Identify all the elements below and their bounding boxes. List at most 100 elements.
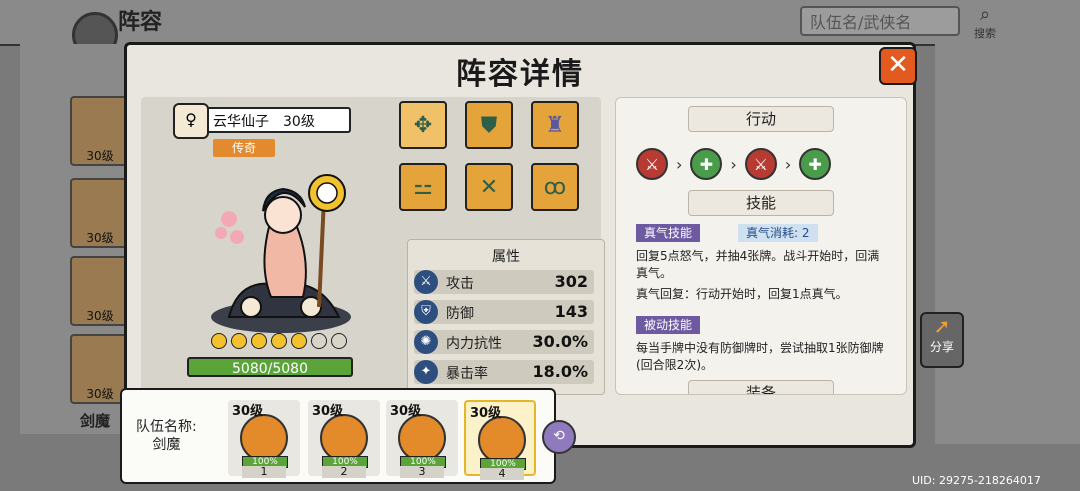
skills-panel: 行动 ⚔ › ✚ › ⚔ › ✚ 技能 真气技能 真气消耗: 2 回复5点怒气，… [615,97,907,395]
star-icon [271,333,287,349]
bracers-icon: ✕ [479,174,499,200]
star-icon [291,333,307,349]
swap-team-icon[interactable]: ⟲ [542,420,576,454]
roster-team-name: 剑魔 [80,412,111,430]
star-icon [311,333,327,349]
team-name-label: 队伍名称: 剑魔 [136,418,197,454]
team-member-1[interactable]: 30级 100% 1 [228,400,300,478]
team-member-2[interactable]: 30级 100% 2 [308,400,380,478]
star-icon [211,333,227,349]
search-input[interactable]: 队伍名/武侠名 [800,6,960,36]
medallion-icon: ✥ [413,112,433,138]
roster-slot[interactable]: 30级 [70,96,130,166]
team-member-4[interactable]: 30级 100% 4 [464,400,536,480]
team-name-value: 剑魔 [152,437,181,453]
qi-skill-description: 回复5点怒气，并抽4张牌。战斗开始时，回满真气。 [636,249,880,280]
equip-slot-2[interactable]: ⛊ [465,101,513,149]
attr-row-attack: ⚔ 攻击 302 [414,270,594,294]
member-slot-number: 2 [322,466,366,478]
star-rating [211,333,347,349]
rarity-badge: 传奇 [213,139,275,157]
equip-slot-1[interactable]: ✥ [399,101,447,149]
shield-icon: ⛨ [414,300,438,324]
roster-slot-level: 30级 [86,231,114,245]
star-icon [331,333,347,349]
star-icon [251,333,267,349]
hero-panel: ♀ 云华仙子 30级 传奇 5080/5080 ✥ ⛊ ♜ ⚍ ✕ ꝏ 属性 ⚔… [141,97,605,395]
member-level: 30级 [390,404,422,419]
attributes-title: 属性 [492,249,520,265]
arrow-right-icon: › [730,154,737,174]
attr-row-inner-resist: ✺ 内力抗性 30.0% [414,330,594,354]
dialog-title: 阵容详情 [456,57,584,92]
roster-slot[interactable]: 30级 [70,178,130,248]
equip-slot-4[interactable]: ⚍ [399,163,447,211]
member-portrait [478,416,526,464]
attr-label: 攻击 [446,276,474,292]
qi-cost-tag: 真气消耗: 2 [738,224,818,242]
share-label: 分享 [929,340,954,354]
qi-skill-tag: 真气技能 [636,224,701,242]
search-icon: ⌕ [979,4,991,25]
attr-value: 143 [554,302,588,321]
attr-value: 30.0% [532,332,588,351]
member-level: 30级 [232,404,264,419]
attr-label: 防御 [446,306,474,322]
crit-icon: ✦ [414,360,438,384]
attributes-box: 属性 ⚔ 攻击 302 ⛨ 防御 143 ✺ 内力抗性 30.0% ✦ 暴击率 … [407,239,605,395]
search-button[interactable]: ⌕ 搜索 [968,4,1002,40]
swirl-icon: ✺ [414,330,438,354]
search-button-label: 搜索 [974,27,996,40]
page-title: 阵容 [118,10,163,35]
member-portrait [240,414,288,462]
member-portrait [398,414,446,462]
share-arrow-icon: ➚ [933,314,951,338]
member-level: 30级 [312,404,344,419]
arrow-right-icon: › [784,154,792,174]
hero-name-tag: ♀ 云华仙子 30级 [173,103,351,139]
earrings-icon: ꝏ [543,174,567,200]
member-slot-number: 4 [480,468,524,480]
heal-card-icon: ✚ [799,148,832,180]
sword-icon: ⚔ [414,270,438,294]
hero-name-level: 云华仙子 30级 [213,114,315,130]
close-button[interactable]: ✕ [879,47,917,85]
robe-icon: ♜ [545,112,565,138]
attack-card-icon: ⚔ [636,148,668,180]
female-icon: ♀ [173,103,209,139]
attr-row-crit-rate: ✦ 暴击率 18.0% [414,360,594,384]
member-slot-number: 3 [400,466,444,478]
member-portrait [320,414,368,462]
attack-card-icon: ⚔ [744,148,777,180]
arrow-right-icon: › [676,154,683,174]
boots-icon: ⚍ [413,174,433,200]
equip-slot-3[interactable]: ♜ [531,101,579,149]
equip-slot-5[interactable]: ✕ [465,163,513,211]
star-icon [231,333,247,349]
passive-skill-description: 每当手牌中没有防御牌时，尝试抽取1张防御牌(回合限2次)。 [636,341,884,372]
armor-icon: ⛊ [480,112,498,138]
attr-label: 暴击率 [446,366,488,382]
uid-label: UID: 29275-218264017 [912,474,1041,487]
member-level: 30级 [470,406,502,421]
roster-slot[interactable]: 30级 [70,256,130,326]
equip-slot-6[interactable]: ꝏ [531,163,579,211]
right-panel [935,44,1080,444]
attr-row-defense: ⛨ 防御 143 [414,300,594,324]
attr-label: 内力抗性 [446,336,502,352]
team-bar: 队伍名称: 剑魔 30级 100% 1 30级 100% 2 30级 100% … [120,388,556,484]
skills-header: 技能 [688,190,834,216]
heal-card-icon: ✚ [690,148,723,180]
close-icon: ✕ [887,50,909,80]
passive-skill-tag: 被动技能 [636,316,701,334]
equipment-header: 装备 [688,380,834,394]
roster-slot-level: 30级 [86,309,114,323]
hp-bar: 5080/5080 [187,357,353,377]
team-member-3[interactable]: 30级 100% 3 [386,400,458,478]
roster-slot-level: 30级 [86,149,114,163]
team-name-caption: 队伍名称: [136,419,197,435]
member-slot-number: 1 [242,466,286,478]
share-button[interactable]: ➚ 分享 [920,312,964,368]
actions-header: 行动 [688,106,834,132]
action-sequence: ⚔ › ✚ › ⚔ › ✚ [636,148,832,180]
